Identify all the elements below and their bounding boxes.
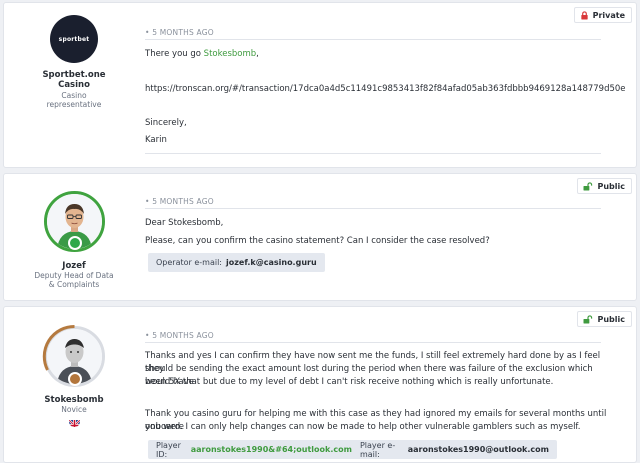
greeting-text: Dear Stokesbomb,: [145, 218, 224, 228]
player-email-label: Player e-mail:: [359, 440, 396, 459]
unlock-icon: [583, 181, 593, 191]
transaction-link[interactable]: https://tronscan.org/#/transaction/17dca…: [145, 83, 626, 96]
rank-medal-icon: [68, 372, 82, 386]
reply-paragraph-1-line-3: been 5X that but due to my level of debt…: [145, 377, 554, 387]
question-text: Please, can you confirm the casino state…: [145, 236, 490, 246]
rank-medal-icon: [68, 236, 82, 250]
visibility-label: Public: [597, 181, 625, 191]
author-role-line2: & Complaints: [48, 280, 100, 289]
greeting-line: There you go Stokesbomb,: [145, 48, 615, 61]
player-info-chip: Player ID: aaronstokes1990&#64;outlook.c…: [148, 440, 557, 459]
date-divider: [145, 39, 601, 40]
signature-text: Karin: [145, 135, 167, 145]
user-mention-link[interactable]: Stokesbomb: [204, 49, 256, 59]
date-divider: [145, 342, 601, 343]
author-name[interactable]: Sportbet.one: [3, 70, 145, 80]
post-player-reply: Stokesbomb Novice • 5 MONTHS AGO Public …: [3, 306, 637, 463]
visibility-label: Public: [597, 314, 625, 324]
reply-paragraph-2-line-2: onboard. I can only help changes can now…: [145, 422, 581, 432]
casino-logo-text: sportbet: [58, 35, 90, 43]
author-name-line2[interactable]: Casino: [3, 80, 145, 90]
post-date: • 5 MONTHS AGO: [145, 197, 214, 206]
author-role-line2: representative: [46, 100, 102, 109]
uk-flag-icon: [69, 416, 80, 427]
private-badge: Private: [573, 7, 632, 23]
post-footer-divider: [145, 153, 601, 154]
author-role: Novice: [61, 405, 87, 414]
visibility-label: Private: [592, 10, 625, 20]
post-casino-reply: sportbet Sportbet.one Casino Casino repr…: [3, 2, 637, 168]
greeting-text: There you go: [145, 49, 204, 59]
post-moderator-question: Jozef Deputy Head of Data & Complaints •…: [3, 173, 637, 301]
date-divider: [145, 208, 601, 209]
unlock-icon: [583, 314, 593, 324]
operator-email-chip: Operator e-mail: jozef.k@casino.guru: [148, 253, 325, 272]
casino-logo[interactable]: sportbet: [50, 15, 98, 63]
greeting-comma: ,: [256, 49, 259, 59]
author-name[interactable]: Jozef: [3, 261, 145, 271]
player-id-label: Player ID:: [156, 440, 181, 459]
operator-email-label: Operator e-mail:: [156, 258, 222, 267]
operator-email-value[interactable]: jozef.k@casino.guru: [226, 258, 317, 267]
post-date: • 5 MONTHS AGO: [145, 331, 214, 340]
public-badge: Public: [577, 311, 632, 327]
lock-icon: [580, 10, 588, 20]
public-badge: Public: [577, 178, 632, 194]
signoff-text: Sincerely,: [145, 118, 187, 128]
post-date: • 5 MONTHS AGO: [145, 28, 214, 37]
author-name[interactable]: Stokesbomb: [3, 395, 145, 405]
player-email-value[interactable]: aaronstokes1990@outlook.com: [408, 445, 549, 454]
player-id-value[interactable]: aaronstokes1990&#64;outlook.com: [191, 445, 352, 454]
